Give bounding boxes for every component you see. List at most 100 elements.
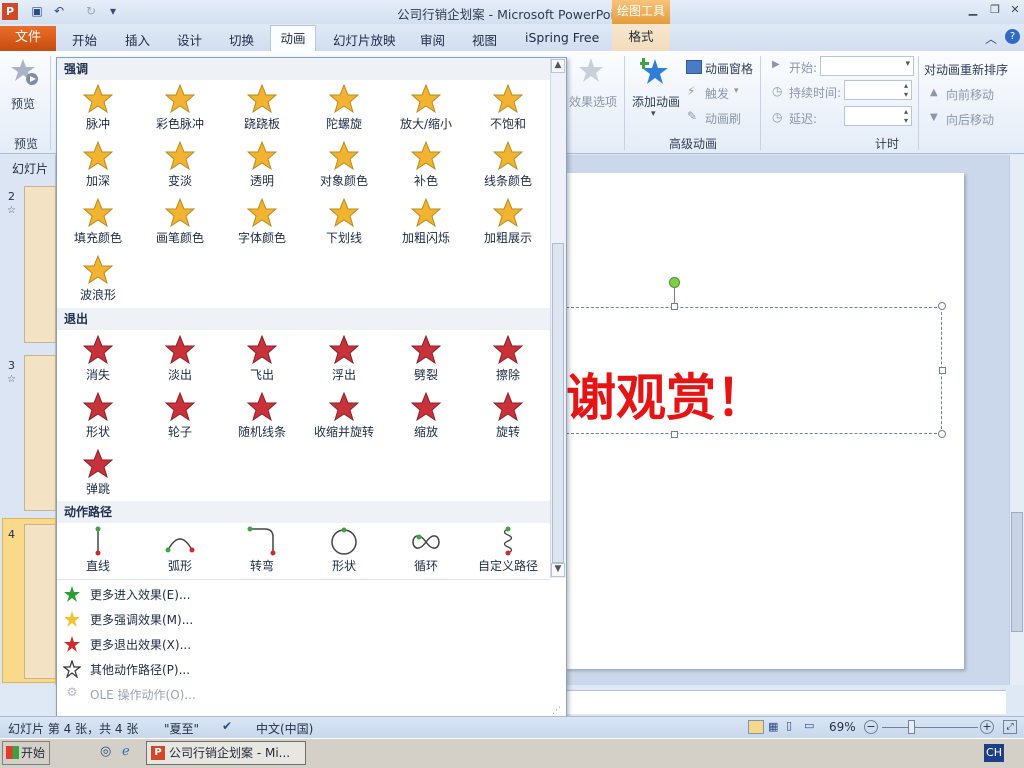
emphasis-effect[interactable]: 画笔颜色 [139,196,221,252]
fit-to-window-icon[interactable]: ⤢ [1003,720,1017,734]
slide-thumbnail-2[interactable] [24,186,56,343]
spellcheck-icon[interactable]: ✔ [222,719,232,733]
motion-path-effect[interactable]: 形状 [303,524,385,580]
zoom-slider[interactable] [882,727,978,728]
resize-handle[interactable] [938,430,946,438]
restore-button[interactable]: ❐ [984,2,1006,18]
minimize-button[interactable]: ▁ [962,2,984,18]
zoom-in-icon[interactable]: + [980,720,994,734]
normal-view-icon[interactable] [748,720,764,734]
emphasis-effect[interactable]: 填充颜色 [57,196,139,252]
tab-design[interactable]: 设计 [177,30,202,49]
exit-effect[interactable]: 弹跳 [57,447,139,503]
motion-path-effect[interactable]: 循环 [385,524,467,580]
preview-icon[interactable] [10,57,40,87]
animation-pane-button[interactable]: 动画窗格 [705,60,753,77]
emphasis-effect[interactable]: 变淡 [139,139,221,195]
gallery-scrollbar-thumb[interactable] [552,243,564,563]
exit-effect[interactable]: 旋转 [467,390,549,446]
start-button[interactable]: 开始 [2,741,50,765]
motion-path-effect[interactable]: 转弯 [221,524,303,580]
gallery-resize-grip-icon[interactable]: ⋰ [552,706,561,716]
tab-file[interactable]: 文件 [0,26,56,51]
tab-ispring[interactable]: iSpring Free [525,30,599,45]
slide-thumbnail-3[interactable] [24,355,56,511]
preview-button[interactable]: 预览 [11,95,35,112]
theme-status[interactable]: "夏至" [164,720,199,737]
slide-sorter-icon[interactable]: ▦ [768,720,778,733]
minimize-ribbon-icon[interactable]: ︿ [985,30,997,47]
motion-path-effect[interactable]: 自定义路径 [467,524,549,580]
desktop-icon[interactable]: ◎ [100,744,116,760]
move-later-button[interactable]: 向后移动 [946,111,994,128]
emphasis-effect[interactable]: 跷跷板 [221,82,303,138]
rotation-handle[interactable] [669,277,680,288]
add-animation-icon[interactable] [638,57,670,87]
animation-pane-icon[interactable] [686,60,702,74]
browser-icon[interactable]: ℯ [122,744,138,760]
trigger-button[interactable]: 触发 [705,85,729,102]
exit-effect[interactable]: 轮子 [139,390,221,446]
exit-effect[interactable]: 浮出 [303,333,385,389]
motion-path-effect[interactable]: 弧形 [139,524,221,580]
exit-effect[interactable]: 飞出 [221,333,303,389]
more-exit-effects[interactable]: 更多退出效果(X)... [57,632,550,656]
emphasis-effect[interactable]: 脉冲 [57,82,139,138]
emphasis-effect[interactable]: 加粗展示 [467,196,549,252]
slideshow-icon[interactable]: ▭ [804,719,814,732]
resize-handle[interactable] [938,302,946,310]
tab-transitions[interactable]: 切换 [229,30,254,49]
emphasis-effect[interactable]: 透明 [221,139,303,195]
emphasis-effect[interactable]: 波浪形 [57,253,139,309]
close-button[interactable]: ✕ [1004,2,1024,18]
resize-handle[interactable] [671,303,678,310]
slide-title-text[interactable]: 谢观赏！ [566,358,766,430]
resize-handle[interactable] [939,367,946,374]
notes-pane[interactable] [566,690,1006,714]
language-status[interactable]: 中文(中国) [256,720,313,737]
tab-review[interactable]: 审阅 [420,30,445,49]
exit-effect[interactable]: 劈裂 [385,333,467,389]
more-emphasis-effects[interactable]: 更多强调效果(M)... [57,607,550,631]
scrollbar-thumb[interactable] [1011,512,1023,632]
more-entrance-effects[interactable]: 更多进入效果(E)... [57,582,550,606]
exit-effect[interactable]: 淡出 [139,333,221,389]
taskbar-powerpoint-item[interactable]: P 公司行销企划案 - Mi... [146,741,306,765]
effect-options-icon[interactable] [578,57,604,85]
exit-effect[interactable]: 随机线条 [221,390,303,446]
move-earlier-button[interactable]: 向前移动 [946,86,994,103]
tab-format[interactable]: 格式 [612,24,670,51]
delay-input[interactable]: ▴ ▾ [844,106,912,126]
reading-view-icon[interactable]: ▯ [786,719,792,732]
emphasis-effect[interactable]: 不饱和 [467,82,549,138]
motion-path-effect[interactable]: 直线 [57,524,139,580]
input-method-indicator[interactable]: CH [984,744,1004,762]
animation-painter-button[interactable]: 动画刷 [705,110,741,127]
zoom-out-icon[interactable]: − [864,720,878,734]
add-animation-dropdown-icon[interactable]: ▾ [651,109,656,119]
tab-home[interactable]: 开始 [72,30,97,49]
exit-effect[interactable]: 形状 [57,390,139,446]
duration-input[interactable]: ▴ ▾ [844,80,912,100]
exit-effect[interactable]: 擦除 [467,333,549,389]
emphasis-effect[interactable]: 线条颜色 [467,139,549,195]
emphasis-effect[interactable]: 彩色脉冲 [139,82,221,138]
emphasis-effect[interactable]: 加粗闪烁 [385,196,467,252]
effect-options-button[interactable]: 效果选项 [569,93,617,110]
zoom-slider-thumb[interactable] [908,720,915,734]
emphasis-effect[interactable]: 放大/缩小 [385,82,467,138]
exit-effect[interactable]: 缩放 [385,390,467,446]
emphasis-effect[interactable]: 补色 [385,139,467,195]
emphasis-effect[interactable]: 字体颜色 [221,196,303,252]
start-select[interactable]: ▾ [820,56,914,76]
more-motion-paths[interactable]: 其他动作路径(P)... [57,657,550,681]
tab-slideshow[interactable]: 幻灯片放映 [333,30,396,49]
slides-tab[interactable]: 幻灯片 [12,160,48,177]
help-icon[interactable]: ? [1005,29,1020,44]
gallery-scroll-up-icon[interactable]: ▲ [551,59,565,73]
exit-effect[interactable]: 收缩并旋转 [303,390,385,446]
tab-insert[interactable]: 插入 [125,30,150,49]
tab-animations[interactable]: 动画 [270,25,316,52]
tab-view[interactable]: 视图 [472,30,497,49]
emphasis-effect[interactable]: 下划线 [303,196,385,252]
